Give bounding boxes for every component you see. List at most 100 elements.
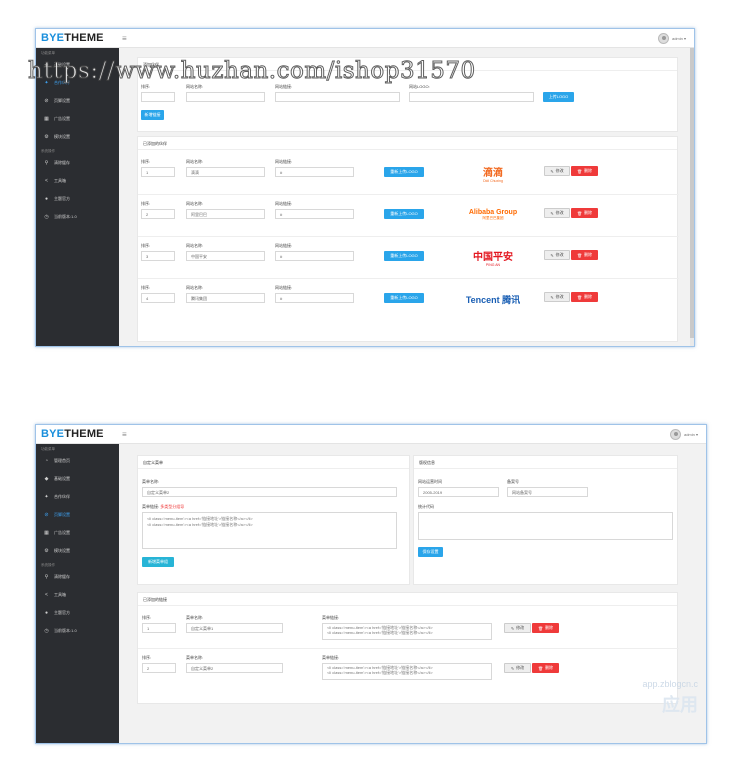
user-name: admin ▾	[671, 36, 686, 41]
reupload-logo-button[interactable]: 重新上传LOGO	[384, 167, 424, 177]
delete-button[interactable]: 🗑 删除	[571, 292, 598, 302]
link-input[interactable]: #	[275, 293, 354, 303]
logo-input[interactable]	[409, 92, 534, 102]
sidebar-sys-item-3[interactable]: ◷ 当前版本:1.0	[36, 622, 119, 640]
star-icon: ✦	[44, 494, 49, 500]
menu-name-input[interactable]: 自定义菜单2	[186, 663, 283, 673]
textarea-line: <li class='menu-item'><a href='链接地址'>链接名…	[327, 630, 433, 635]
menu-toggle-icon[interactable]: ≡	[122, 34, 127, 43]
sidebar-item-label: 广告设置	[54, 530, 70, 535]
delete-button[interactable]: 🗑 删除	[571, 208, 598, 218]
sidebar-item-ads[interactable]: ▦ 广告设置	[36, 110, 119, 128]
sidebar-item-label: 模块设置	[54, 548, 70, 553]
reupload-logo-button[interactable]: 重新上传LOGO	[384, 251, 424, 261]
sort-input[interactable]: 2	[141, 209, 175, 219]
sidebar-item-clear-cache[interactable]: ⚲ 清除缓存	[36, 154, 119, 172]
menu-link-textarea[interactable]: <li class='menu-item'><a href='链接地址'>链接名…	[322, 663, 492, 680]
sort-input[interactable]: 3	[141, 251, 175, 261]
stats-code-label: 统计代码	[418, 504, 434, 509]
link-input[interactable]	[275, 92, 400, 102]
edit-button[interactable]: ✎ 修改	[544, 250, 570, 260]
sort-label: 排序:	[141, 201, 151, 206]
sidebar-item-official[interactable]: ● 主题官方	[36, 190, 119, 208]
name-label: 网站名称:	[186, 84, 204, 89]
link-input[interactable]: #	[275, 251, 354, 261]
sidebar-sys-item-2[interactable]: ● 主题官方	[36, 604, 119, 622]
edit-button[interactable]: ✎ 修改	[504, 663, 531, 673]
menu-name-input[interactable]: 自定义菜单2	[142, 487, 397, 497]
panel-title: 版权信息	[414, 456, 677, 469]
sidebar-sys-item-1[interactable]: < 工具箱	[36, 586, 119, 604]
reupload-logo-button[interactable]: 重新上传LOGO	[384, 293, 424, 303]
sidebar-item-label: 页脚设置	[54, 512, 70, 517]
name-input[interactable]: 滴滴	[186, 167, 265, 177]
sidebar-group-label: 功能菜单	[41, 51, 55, 55]
delete-button-label: 删除	[584, 210, 593, 215]
delete-button-label: 删除	[584, 294, 593, 299]
link-input[interactable]: #	[275, 209, 354, 219]
sidebar-item-4[interactable]: ▦ 广告设置	[36, 524, 119, 542]
pencil-icon: ✎	[550, 210, 554, 216]
name-input[interactable]: 阿里巴巴	[186, 209, 265, 219]
menu-toggle-icon[interactable]: ≡	[122, 430, 127, 439]
sidebar-item-label: 主题官方	[54, 196, 70, 201]
add-menu-group-button[interactable]: 新增菜单组	[142, 557, 174, 567]
upload-logo-button[interactable]: 上传LOGO	[543, 92, 574, 102]
delete-button[interactable]: 🗑 删除	[532, 623, 559, 633]
sidebar-item-label: 管理首页	[54, 458, 70, 463]
sidebar-item-label: 基础设置	[54, 476, 70, 481]
menu-name-label: 菜单名称:	[142, 479, 160, 484]
sidebar-group-label: 系统操作	[41, 149, 55, 153]
delete-button[interactable]: 🗑 删除	[571, 166, 598, 176]
menu-name-label: 菜单名称:	[186, 615, 204, 620]
edit-button[interactable]: ✎ 修改	[544, 166, 570, 176]
user-menu[interactable]: admin ▾	[657, 33, 686, 44]
scrollbar[interactable]	[690, 48, 694, 346]
edit-button-label: 修改	[555, 168, 564, 173]
sidebar-item-1[interactable]: ◆ 基础设置	[36, 470, 119, 488]
delete-button[interactable]: 🗑 删除	[571, 250, 598, 260]
edit-button[interactable]: ✎ 修改	[504, 623, 531, 633]
sidebar-sys-item-0[interactable]: ⚲ 清除缓存	[36, 568, 119, 586]
sidebar-item-version[interactable]: ◷ 当前版本:1.0	[36, 208, 119, 226]
sidebar-item-footer[interactable]: ⊘ 页脚设置	[36, 92, 119, 110]
reupload-logo-button[interactable]: 重新上传LOGO	[384, 209, 424, 219]
sidebar-item-label: 工具箱	[54, 592, 66, 597]
sidebar-item-0[interactable]: ◔ 管理首页	[36, 452, 119, 470]
user-menu[interactable]: admin ▾	[669, 429, 698, 440]
edit-button[interactable]: ✎ 修改	[544, 292, 570, 302]
add-link-button[interactable]: 新增链接	[141, 110, 164, 120]
sort-input[interactable]: 2	[142, 663, 176, 673]
name-input[interactable]: 腾讯集团	[186, 293, 265, 303]
delete-button[interactable]: 🗑 删除	[532, 663, 559, 673]
menu-name-input[interactable]: 自定义菜单1	[186, 623, 283, 633]
menu-link-hint: 多类型分组导	[160, 504, 185, 509]
sort-label: 排序:	[142, 615, 152, 620]
scrollbar-thumb[interactable]	[690, 48, 694, 338]
sidebar-item-3[interactable]: ⊘ 页脚设置	[36, 506, 119, 524]
sort-input[interactable]: 4	[141, 293, 175, 303]
stats-code-textarea[interactable]	[418, 512, 673, 540]
edit-button[interactable]: ✎ 修改	[544, 208, 570, 218]
sort-input[interactable]	[141, 92, 175, 102]
operation-time-input[interactable]: 2005-2019	[418, 487, 499, 497]
sidebar-item-tools[interactable]: < 工具箱	[36, 172, 119, 190]
panel-title: 自定义菜单	[138, 456, 409, 469]
logo-label: 网站LOGO:	[409, 84, 430, 89]
name-input[interactable]: 中国平安	[186, 251, 265, 261]
save-settings-button[interactable]: 保存设置	[418, 547, 443, 557]
sort-input[interactable]: 1	[141, 167, 175, 177]
name-input[interactable]	[186, 92, 265, 102]
icp-input[interactable]: 网站备案号	[507, 487, 588, 497]
sort-input[interactable]: 1	[142, 623, 176, 633]
grid-icon: ▦	[44, 116, 49, 122]
menu-link-textarea[interactable]: <li class='menu-item'><a href='链接地址'>链接名…	[322, 623, 492, 640]
menu-link-textarea[interactable]: <li class='menu-item'><a href='链接地址'>链接名…	[142, 512, 397, 549]
pencil-icon: ✎	[550, 252, 554, 258]
sidebar-item-5[interactable]: ⚙ 模块设置	[36, 542, 119, 560]
partner-logo-subtext: PING AN	[485, 262, 501, 267]
link-input[interactable]: #	[275, 167, 354, 177]
sidebar-item-modules[interactable]: ⚙ 模块设置	[36, 128, 119, 146]
sidebar-item-label: 主题官方	[54, 610, 70, 615]
sidebar-item-2[interactable]: ✦ 合作伙伴	[36, 488, 119, 506]
